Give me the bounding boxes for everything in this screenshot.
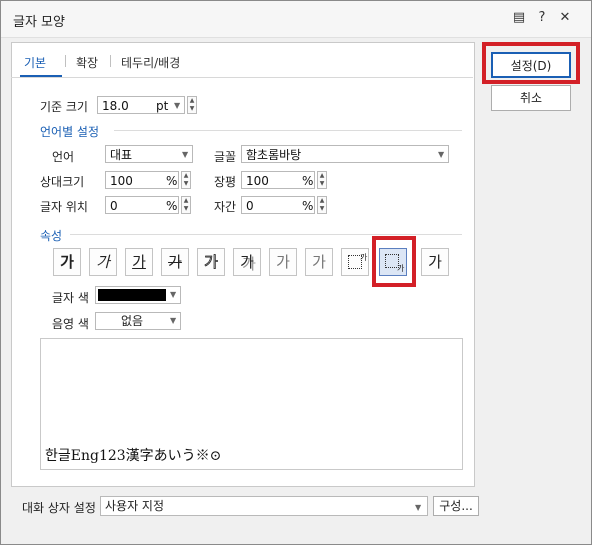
text-color-label: 글자 색 [52,291,89,305]
font-label: 글꼴 [214,150,237,164]
width-ratio-input[interactable]: 100 % [241,171,315,189]
tab-line [11,77,473,78]
config-button[interactable]: 구성... [433,496,479,516]
dropdown-arrow-icon[interactable]: ▼ [174,97,180,115]
lang-section-title: 언어별 설정 [40,125,100,139]
superscript-glyph: 가 [360,253,368,262]
char-position-label: 글자 위치 [40,200,88,214]
char-position-spinner[interactable]: ▲ ▼ [181,196,191,214]
spacing-input[interactable]: 0 % [241,196,315,214]
shade-color-label: 음영 색 [52,317,89,331]
help-icon[interactable]: ? [533,9,551,27]
percent-unit: % [302,199,314,213]
percent-unit: % [166,174,178,188]
highlight-box-subscript [372,236,416,287]
base-size-input[interactable]: 18.0 pt ▼ [97,96,185,114]
dropdown-arrow-icon[interactable]: ▼ [438,146,444,164]
font-select[interactable]: 함초롬바탕 ▼ [241,145,449,163]
text-color-picker[interactable]: ▼ [95,286,181,304]
dropdown-arrow-icon[interactable]: ▼ [170,316,176,325]
close-icon[interactable]: ✕ [556,9,574,27]
base-size-unit: pt [156,99,169,113]
shade-color-value: 없음 [120,314,144,328]
dialog-title: 글자 모양 [13,15,65,30]
dropdown-arrow-icon[interactable]: ▼ [415,499,421,517]
color-swatch [98,289,166,301]
emboss-button[interactable]: 가 [269,248,297,276]
preview-sample: 한글Eng123漢字あいう※⊙ [45,448,222,464]
normal-button[interactable]: 가 [421,248,449,276]
base-size-spinner[interactable]: ▲ ▼ [187,96,197,114]
superscript-button[interactable]: 가 [341,248,369,276]
char-position-input[interactable]: 0 % [105,196,179,214]
spacing-spinner[interactable]: ▲ ▼ [317,196,327,214]
dropdown-arrow-icon[interactable]: ▼ [170,290,176,299]
shade-color-picker[interactable]: 없음 ▼ [95,312,181,330]
section-divider [114,130,462,131]
dropdown-arrow-icon[interactable]: ▼ [182,146,188,164]
section-divider [70,234,462,235]
tab-basic[interactable]: 기본 [24,54,46,71]
dialog-settings-label: 대화 상자 설정 [22,501,96,515]
engrave-button[interactable]: 가 [305,248,333,276]
percent-unit: % [302,174,314,188]
language-select[interactable]: 대표 ▼ [105,145,193,163]
preview-box: 한글Eng123漢字あいう※⊙ [40,338,463,470]
attr-section-title: 속성 [40,229,63,243]
tab-extended[interactable]: 확장 [76,54,98,71]
underline-button[interactable]: 가 [125,248,153,276]
active-tab-indicator [20,75,62,77]
percent-unit: % [166,199,178,213]
relative-size-label: 상대크기 [40,175,85,189]
tab-separator [110,55,111,67]
cancel-button[interactable]: 취소 [491,85,571,111]
language-label: 언어 [52,150,75,164]
outline-button[interactable]: 가 [197,248,225,276]
relative-size-spinner[interactable]: ▲ ▼ [181,171,191,189]
bold-button[interactable]: 가 [53,248,81,276]
shadow-button[interactable]: 가 [233,248,261,276]
italic-button[interactable]: 가 [89,248,117,276]
base-size-label: 기준 크기 [40,100,88,114]
width-ratio-label: 장평 [214,175,237,189]
highlight-box-ok [482,42,580,84]
strikethrough-button[interactable]: 가 [161,248,189,276]
tab-separator [65,55,66,67]
dialog-settings-select[interactable]: 사용자 지정 ▼ [100,496,428,516]
width-ratio-spinner[interactable]: ▲ ▼ [317,171,327,189]
relative-size-input[interactable]: 100 % [105,171,179,189]
tab-border-background[interactable]: 테두리/배경 [121,54,180,71]
title-bar: 글자 모양 ▤ ? ✕ [1,1,591,38]
help-topic-icon[interactable]: ▤ [510,9,528,27]
spacing-label: 자간 [214,200,237,214]
